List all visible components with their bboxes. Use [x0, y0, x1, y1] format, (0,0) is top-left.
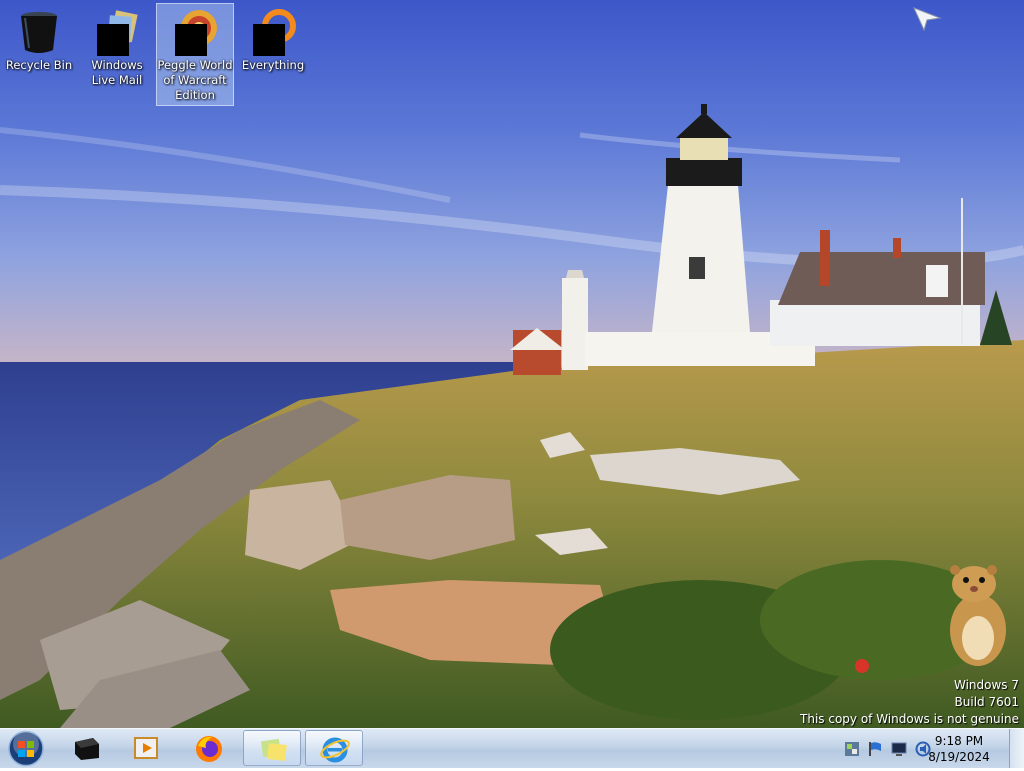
desktop-icon-peggle[interactable]: Peggle World of Warcraft Edition — [156, 3, 234, 106]
flag-icon[interactable] — [867, 741, 883, 757]
windows-orb-icon — [8, 730, 44, 767]
hamster-gadget[interactable] — [944, 560, 1010, 668]
build-number-text: Build 7601 — [954, 695, 1019, 709]
taskbar-button-sticky-notes[interactable] — [243, 730, 301, 766]
desktop-icon-label: Everything — [241, 58, 305, 72]
clock-time: 9:18 PM — [934, 734, 984, 748]
monitor-icon[interactable] — [891, 741, 907, 757]
taskbar-button-media-player[interactable] — [118, 730, 176, 766]
not-genuine-text: This copy of Windows is not genuine — [800, 712, 1019, 726]
taskbar-button-internet-explorer[interactable] — [305, 730, 363, 766]
start-button[interactable] — [6, 730, 46, 767]
black-app-icon — [75, 738, 99, 760]
firefox-icon — [196, 736, 222, 762]
system-clock[interactable]: 9:18 PM 8/19/2024 — [924, 733, 994, 765]
windows-edition-text: Windows 7 — [953, 678, 1019, 692]
show-desktop-button[interactable] — [1009, 729, 1024, 768]
taskbar-button-app[interactable] — [58, 730, 116, 766]
peggle-icon — [171, 8, 219, 56]
desktop-icon-label: Windows Live Mail — [91, 58, 143, 87]
internet-explorer-icon — [320, 737, 350, 763]
desktop-icon-everything[interactable]: Everything — [235, 4, 311, 73]
desktop-icon-label: Peggle World of Warcraft Edition — [157, 58, 233, 102]
desktop-wallpaper — [0, 0, 1024, 728]
taskbar: 9:18 PM 8/19/2024 — [0, 728, 1024, 768]
taskbar-button-firefox[interactable] — [180, 730, 238, 766]
network-icon[interactable] — [844, 741, 860, 757]
media-player-icon — [134, 737, 158, 759]
cursor-icon — [913, 7, 942, 32]
everything-icon — [249, 8, 297, 56]
windows-live-mail-icon — [93, 8, 141, 56]
clock-date: 8/19/2024 — [928, 750, 990, 764]
desktop-icon-recycle-bin[interactable]: Recycle Bin — [1, 4, 77, 73]
desktop-icon-label: Recycle Bin — [5, 58, 73, 72]
recycle-bin-icon — [15, 8, 63, 56]
desktop-icon-windows-live-mail[interactable]: Windows Live Mail — [79, 4, 155, 88]
sticky-notes-icon — [260, 738, 287, 761]
